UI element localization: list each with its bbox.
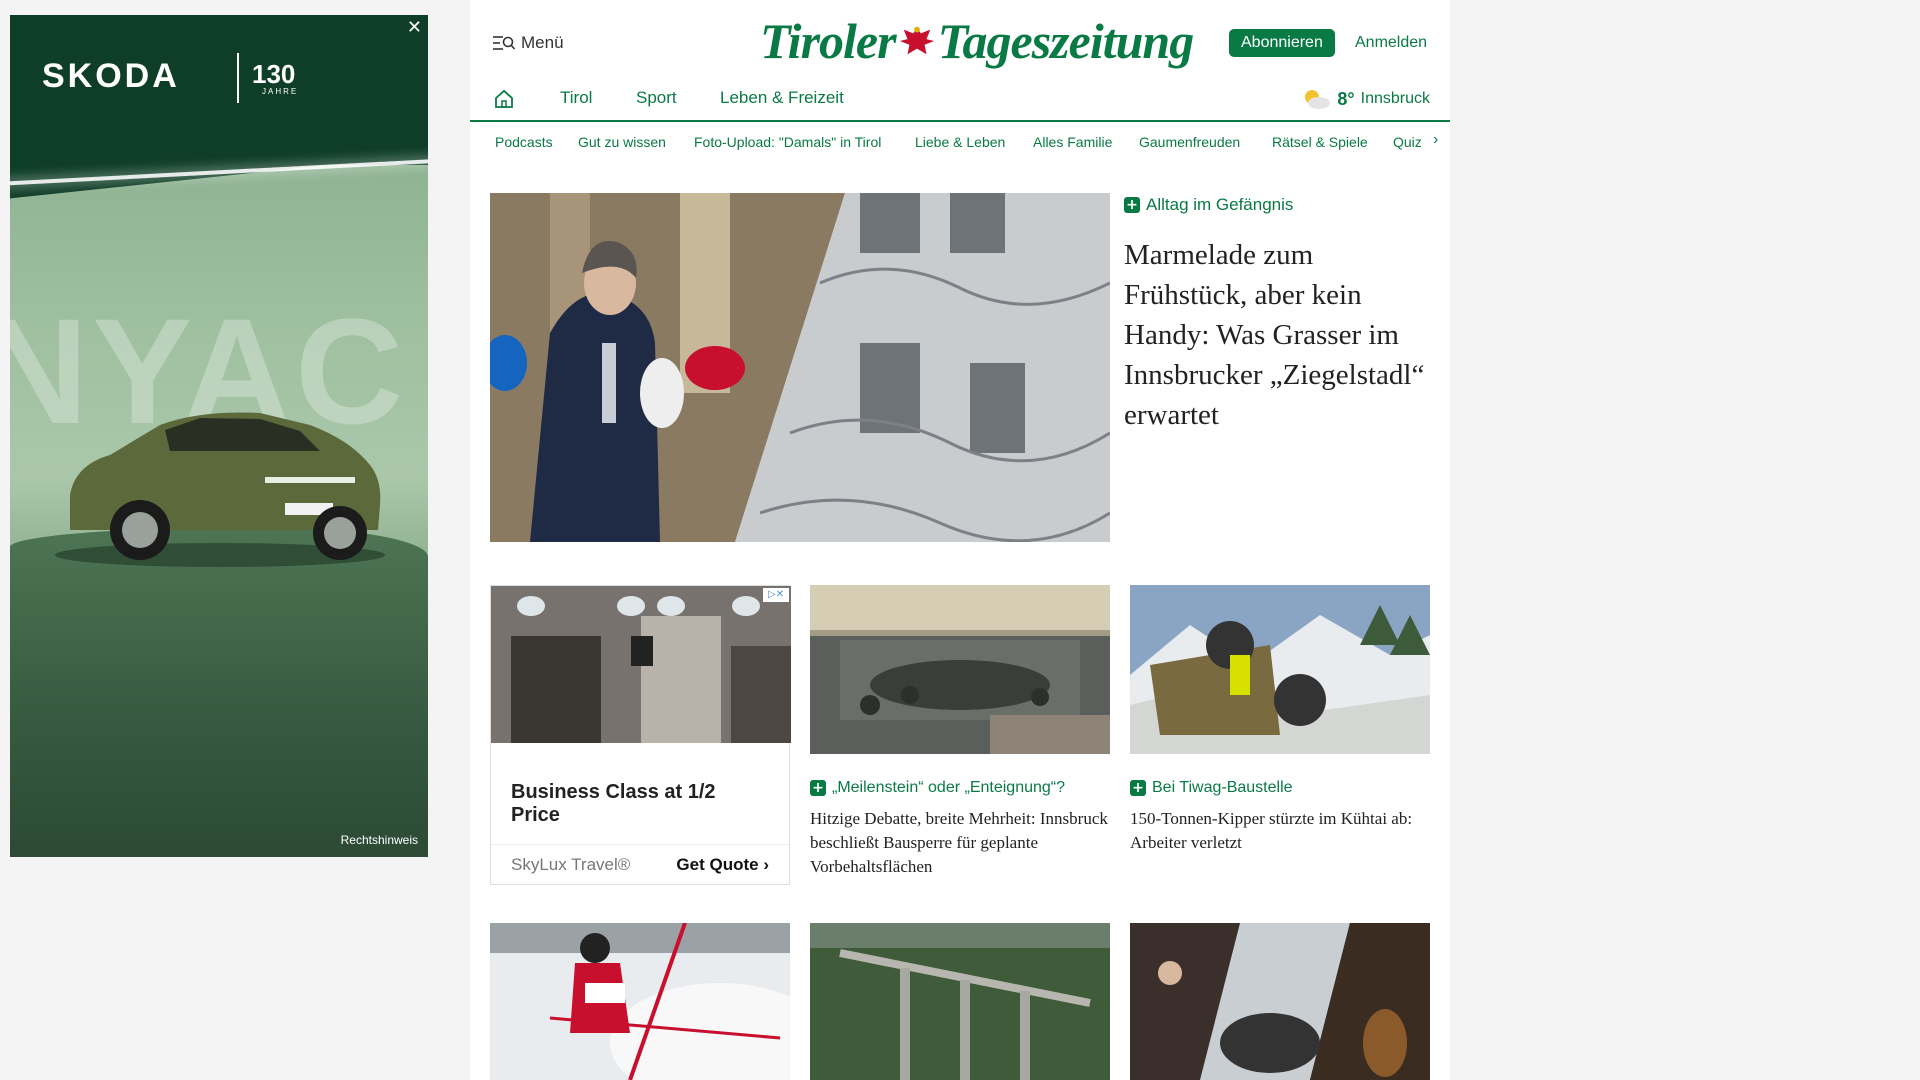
article-headline[interactable]: 150-Tonnen-Kipper stürzte im Kühtai ab: …: [1130, 807, 1430, 855]
lead-story-image[interactable]: [490, 193, 1110, 542]
lead-headline[interactable]: Marmelade zum Frühstück, aber kein Handy…: [1124, 235, 1434, 435]
subnav-item[interactable]: Liebe & Leben: [915, 134, 1005, 150]
lead-story-text: + Alltag im Gefängnis Marmelade zum Früh…: [1124, 195, 1434, 435]
logo-text-right: Tageszeitung: [937, 13, 1195, 69]
nav-item-tirol[interactable]: Tirol: [560, 88, 592, 108]
ad-anniversary-sub: JAHRE: [262, 87, 299, 96]
main-column: Menü Tiroler Tageszeitung Abonnieren Anm…: [470, 0, 1450, 1080]
sub-nav: Podcasts Gut zu wissen Foto-Upload: "Dam…: [470, 126, 1450, 158]
subnav-item[interactable]: Quiz: [1393, 134, 1422, 150]
subnav-item[interactable]: Gaumenfreuden: [1139, 134, 1240, 150]
article-headline[interactable]: Hitzige Debatte, breite Mehrheit: Innsbr…: [810, 807, 1110, 879]
chevron-right-icon[interactable]: ›: [1433, 131, 1438, 149]
logo-text-left: Tiroler: [760, 13, 897, 69]
home-icon[interactable]: [493, 88, 515, 110]
adchoices-icon[interactable]: ▷✕: [763, 588, 789, 602]
ad-card-footer: SkyLux Travel® Get Quote ›: [491, 844, 789, 884]
close-icon[interactable]: ✕: [407, 17, 422, 38]
subnav-item[interactable]: Podcasts: [495, 134, 553, 150]
subnav-item[interactable]: Alles Familie: [1033, 134, 1112, 150]
car-image: [55, 412, 385, 567]
get-quote-button[interactable]: Get Quote ›: [676, 855, 769, 875]
menu-label: Menü: [521, 33, 564, 52]
site-logo[interactable]: Tiroler Tageszeitung: [760, 12, 1195, 70]
ad-card-image: ▷✕: [491, 586, 791, 743]
site-header: Menü Tiroler Tageszeitung Abonnieren Anm…: [470, 0, 1450, 122]
article-card-image-ski[interactable]: [490, 923, 790, 1080]
article-kicker-label: Bei Tiwag-Baustelle: [1152, 779, 1293, 796]
menu-button[interactable]: Menü: [493, 33, 564, 53]
chevron-right-icon: ›: [763, 854, 769, 874]
premium-plus-icon: +: [1130, 780, 1146, 796]
article-kicker: + Bei Tiwag-Baustelle: [1130, 779, 1430, 797]
premium-plus-icon: +: [810, 780, 826, 796]
main-nav: Tirol Sport Leben & Freizeit 8° Innsbruc…: [470, 82, 1450, 122]
partly-cloudy-icon: [1305, 90, 1331, 109]
login-link[interactable]: Anmelden: [1355, 34, 1427, 52]
lead-kicker[interactable]: + Alltag im Gefängnis: [1124, 195, 1434, 215]
left-skyscraper-ad[interactable]: SKODA 130 JAHRE ✕ NYAC Rechtshinweis: [10, 15, 428, 857]
tyrolean-eagle-icon: [899, 26, 934, 55]
article-image: [810, 585, 1110, 754]
article-kicker-label: „Meilenstein“ oder „Enteignung“?: [832, 779, 1066, 796]
weather-city: Innsbruck: [1360, 90, 1430, 107]
ad-advertiser: SkyLux Travel®: [511, 854, 631, 874]
weather-temperature: 8°: [1337, 88, 1355, 109]
lead-image-graphic: [490, 193, 1110, 542]
article-image: [1130, 585, 1430, 754]
subnav-item[interactable]: Rätsel & Spiele: [1272, 134, 1368, 150]
nav-item-leben-freizeit[interactable]: Leben & Freizeit: [720, 88, 844, 108]
article-card-image-bridge[interactable]: [810, 923, 1110, 1080]
get-quote-label: Get Quote: [676, 854, 759, 874]
subnav-item[interactable]: Foto-Upload: "Damals" in Tirol: [694, 134, 881, 150]
ad-brand: SKODA: [42, 57, 180, 95]
article-card[interactable]: + „Meilenstein“ oder „Enteignung“? Hitzi…: [810, 585, 1110, 879]
premium-plus-icon: +: [1124, 197, 1140, 213]
menu-search-icon: [493, 36, 515, 50]
article-card[interactable]: + Bei Tiwag-Baustelle 150-Tonnen-Kipper …: [1130, 585, 1430, 855]
subscribe-button[interactable]: Abonnieren: [1229, 29, 1335, 57]
nav-item-sport[interactable]: Sport: [636, 88, 677, 108]
lead-kicker-label: Alltag im Gefängnis: [1146, 195, 1294, 214]
article-kicker: + „Meilenstein“ oder „Enteignung“?: [810, 779, 1110, 797]
weather-widget[interactable]: 8° Innsbruck: [1301, 88, 1430, 110]
ad-anniversary: 130: [252, 59, 296, 89]
legal-notice-link[interactable]: Rechtshinweis: [341, 833, 418, 847]
native-ad-card[interactable]: ▷✕ Business Class at 1/2 Price SkyLux Tr…: [490, 585, 791, 885]
subnav-item[interactable]: Gut zu wissen: [578, 134, 666, 150]
ad-card-title: Business Class at 1/2 Price: [511, 781, 716, 826]
article-card-image-collage[interactable]: [1130, 923, 1430, 1080]
